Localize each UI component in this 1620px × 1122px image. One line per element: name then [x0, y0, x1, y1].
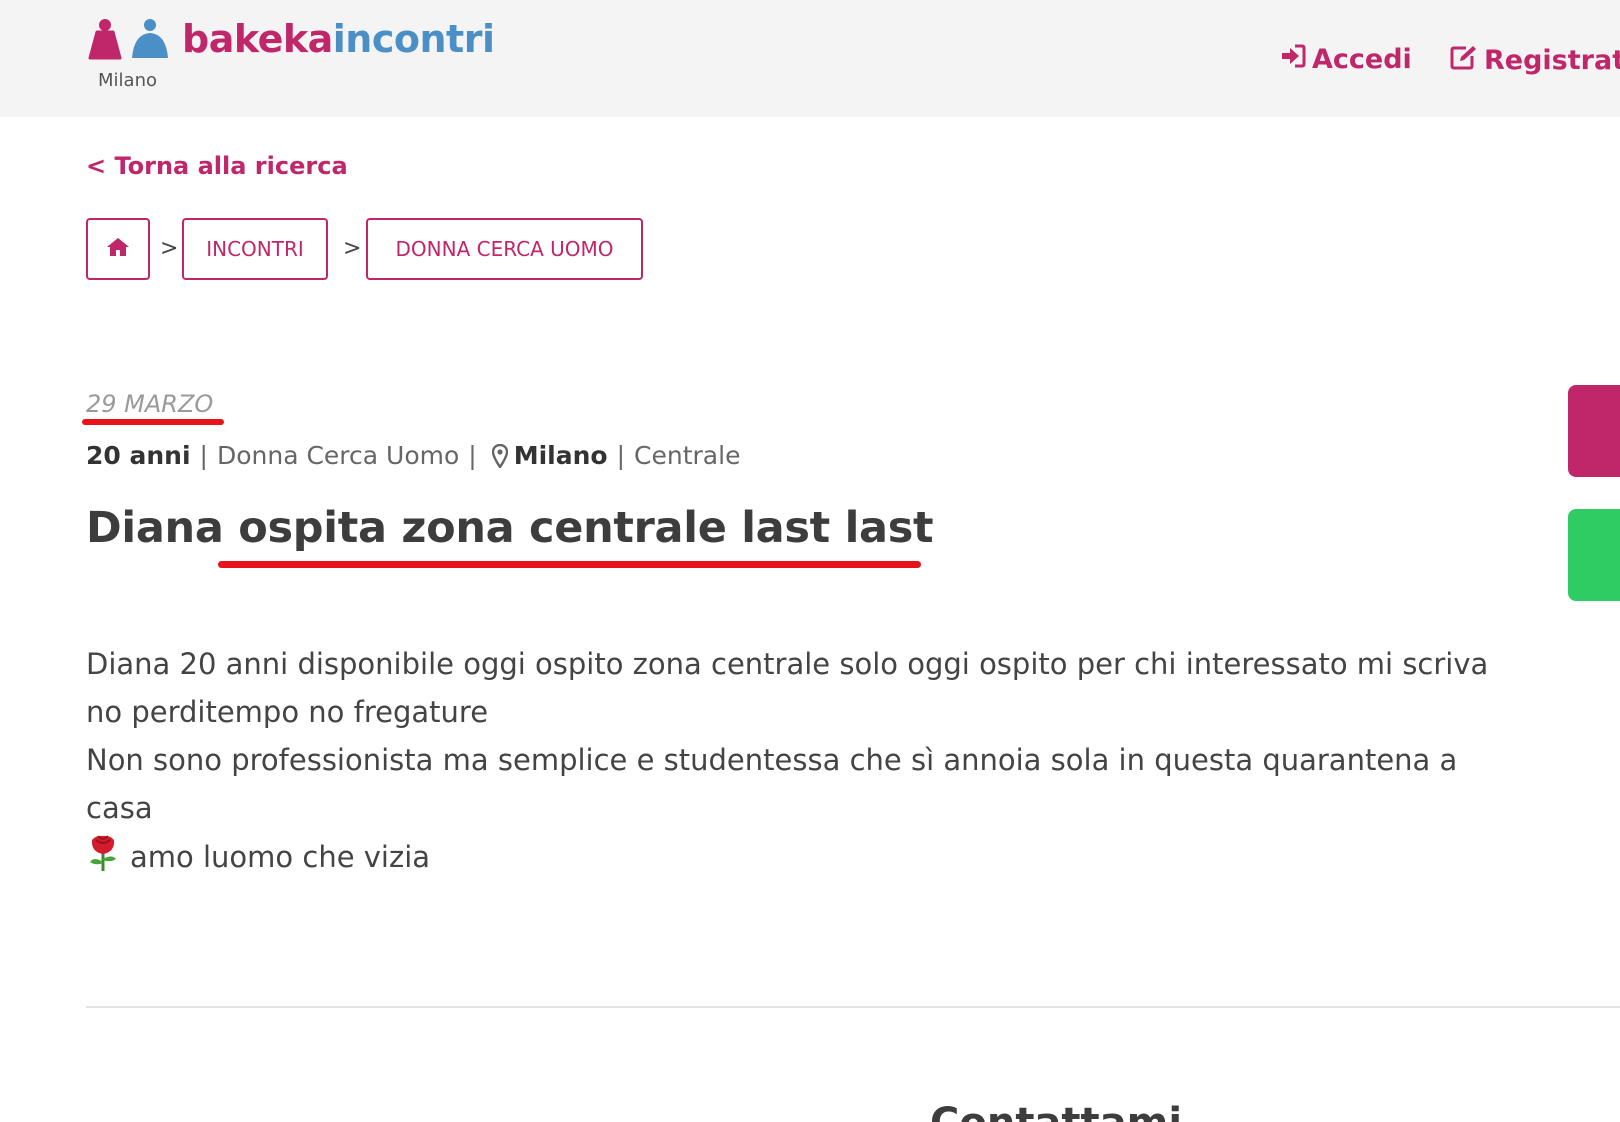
back-to-search-link[interactable]: < Torna alla ricerca: [86, 152, 348, 180]
logo-text-part1: bakeka: [182, 17, 333, 61]
side-action-button-pink[interactable]: [1568, 385, 1620, 477]
contact-heading: Contattami: [930, 1100, 1182, 1122]
site-logo[interactable]: bakekaincontri: [86, 14, 495, 64]
description-line: Non sono professionista ma semplice e st…: [86, 743, 1458, 825]
description-line: Diana 20 anni disponibile oggi ospito zo…: [86, 647, 1489, 729]
register-link[interactable]: Registrati: [1450, 44, 1620, 77]
sign-in-icon: [1280, 44, 1306, 75]
breadcrumb-separator: >: [160, 236, 179, 261]
home-icon: [106, 237, 130, 262]
ad-category: Donna Cerca Uomo: [216, 441, 460, 470]
ad-title: Diana ospita zona centrale last last: [86, 503, 934, 553]
ad-age: 20 anni: [86, 441, 191, 470]
login-link[interactable]: Accedi: [1280, 44, 1412, 75]
edit-icon: [1450, 44, 1478, 77]
breadcrumb-separator: >: [343, 236, 362, 261]
red-annotation-underline-title: [218, 561, 921, 568]
header-city: Milano: [98, 70, 157, 91]
section-divider: [86, 1006, 1620, 1008]
ad-zone: Centrale: [634, 441, 741, 470]
ad-city: Milano: [513, 441, 608, 470]
register-label: Registrati: [1484, 45, 1620, 76]
top-bar: bakekaincontri Milano Accedi Registrati: [0, 0, 1620, 117]
meta-separator: |: [468, 441, 477, 470]
rose-emoji-icon: [86, 832, 120, 886]
red-annotation-underline-date: [82, 419, 224, 425]
logo-text: bakekaincontri: [182, 17, 495, 61]
ad-date: 29 MARZO: [86, 390, 214, 418]
map-pin-icon: [491, 443, 508, 468]
ad-description: Diana 20 anni disponibile oggi ospito zo…: [86, 640, 1506, 886]
description-line: amo luomo che vizia: [130, 840, 431, 874]
logo-text-part2: incontri: [332, 17, 495, 61]
side-action-button-green[interactable]: [1568, 509, 1620, 601]
breadcrumb-incontri[interactable]: INCONTRI: [182, 218, 328, 280]
meta-separator: |: [616, 441, 626, 470]
breadcrumb-donna-cerca-uomo[interactable]: DONNA CERCA UOMO: [366, 218, 643, 280]
breadcrumb-home[interactable]: [86, 218, 150, 280]
logo-figures-icon: [86, 18, 170, 60]
meta-separator: |: [199, 441, 208, 470]
ad-meta: 20 anni | Donna Cerca Uomo | Milano | Ce…: [86, 441, 740, 470]
login-label: Accedi: [1312, 44, 1412, 75]
description-line-rose: amo luomo che vizia: [86, 832, 1506, 886]
